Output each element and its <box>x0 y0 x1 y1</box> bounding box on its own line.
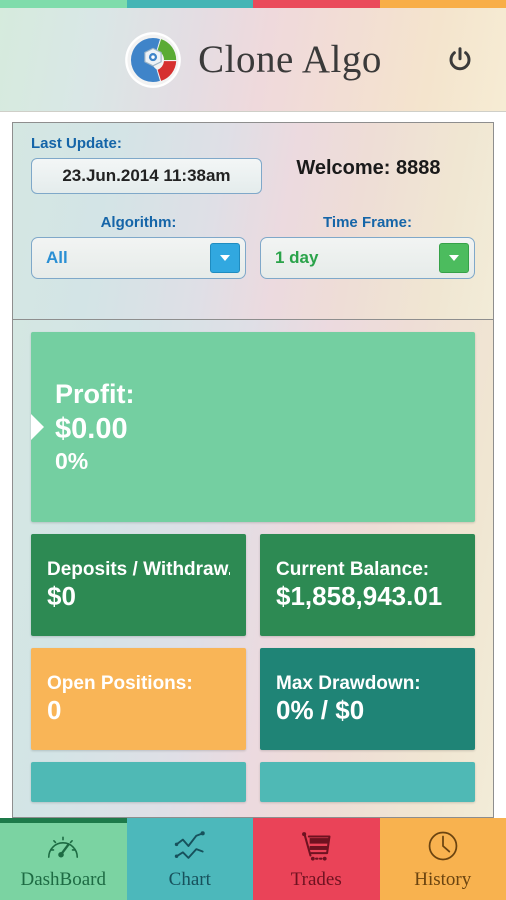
algorithm-select[interactable]: All <box>31 237 246 279</box>
gauge-icon <box>44 827 82 865</box>
card-clipped-left[interactable] <box>31 762 246 802</box>
strip-segment-orange <box>379 0 506 8</box>
brand: Clone Algo <box>124 31 382 89</box>
app-title: Clone Algo <box>198 38 382 81</box>
strip-segment-teal <box>126 0 253 8</box>
welcome-group: Welcome: 8888 <box>262 135 475 194</box>
nav-label-history: History <box>414 869 472 890</box>
card-balance-title: Current Balance: <box>276 558 430 580</box>
stats-card-list[interactable]: Profit: $0.00 0% Deposits / Withdraw... … <box>12 320 494 818</box>
chevron-down-icon[interactable] <box>210 243 240 273</box>
strip-segment-green <box>0 0 127 8</box>
card-balance-value: $1,858,943.01 <box>276 581 443 612</box>
last-update-group: Last Update: 23.Jun.2014 11:38am <box>31 135 262 194</box>
welcome-text: Welcome: 8888 <box>296 157 441 179</box>
card-row-3-clipped <box>31 762 475 802</box>
card-deposits-value: $0 <box>47 581 76 612</box>
card-row-2: Open Positions: 0 Max Drawdown: 0% / $0 <box>31 648 475 750</box>
card-open-positions-value: 0 <box>47 695 62 726</box>
clone-algo-logo-icon <box>124 31 182 89</box>
info-panel: Last Update: 23.Jun.2014 11:38am Welcome… <box>12 122 494 320</box>
nav-item-trades[interactable]: Trades <box>253 818 380 900</box>
nav-item-dashboard[interactable]: DashBoard <box>0 818 127 900</box>
last-update-value: 23.Jun.2014 11:38am <box>31 158 262 194</box>
card-row-1: Deposits / Withdraw... $0 Current Balanc… <box>31 534 475 636</box>
last-update-label: Last Update: <box>31 135 122 152</box>
algorithm-label: Algorithm: <box>100 214 177 231</box>
card-deposits-withdrawals[interactable]: Deposits / Withdraw... $0 <box>31 534 246 636</box>
card-max-drawdown-title: Max Drawdown: <box>276 672 421 694</box>
nav-label-chart: Chart <box>168 869 211 890</box>
app-root: Clone Algo Last Update: 23.Jun.2014 11:3… <box>0 0 506 900</box>
chevron-down-icon[interactable] <box>439 243 469 273</box>
shopping-cart-icon <box>297 827 335 865</box>
card-max-drawdown[interactable]: Max Drawdown: 0% / $0 <box>260 648 475 750</box>
time-frame-label: Time Frame: <box>323 214 412 231</box>
profit-marker-icon <box>31 414 44 440</box>
nav-item-chart[interactable]: Chart <box>126 818 253 900</box>
power-icon[interactable] <box>440 40 480 80</box>
nav-item-history[interactable]: History <box>379 818 506 900</box>
nav-label-dashboard: DashBoard <box>20 869 106 890</box>
time-frame-value: 1 day <box>275 248 319 267</box>
card-open-positions-title: Open Positions: <box>47 672 193 694</box>
app-header: Clone Algo <box>0 8 506 112</box>
algorithm-group: Algorithm: All <box>31 214 246 279</box>
clock-icon <box>424 827 462 865</box>
strip-segment-red <box>253 0 380 8</box>
card-max-drawdown-value: 0% / $0 <box>276 695 365 726</box>
nav-label-trades: Trades <box>290 869 342 890</box>
card-deposits-title: Deposits / Withdraw... <box>47 558 230 580</box>
filters-row: Algorithm: All Time Frame: 1 day <box>31 214 475 279</box>
card-profit-percent: 0% <box>55 447 89 474</box>
card-current-balance[interactable]: Current Balance: $1,858,943.01 <box>260 534 475 636</box>
line-chart-icon <box>171 827 209 865</box>
algorithm-value: All <box>46 248 68 267</box>
card-profit-title: Profit: <box>55 379 135 410</box>
time-frame-select[interactable]: 1 day <box>260 237 475 279</box>
card-profit[interactable]: Profit: $0.00 0% <box>31 332 475 522</box>
card-open-positions[interactable]: Open Positions: 0 <box>31 648 246 750</box>
bottom-navigation: DashBoard Chart Trades History <box>0 818 506 900</box>
info-top-row: Last Update: 23.Jun.2014 11:38am Welcome… <box>31 135 475 194</box>
card-clipped-right[interactable] <box>260 762 475 802</box>
card-profit-value: $0.00 <box>55 413 128 446</box>
time-frame-group: Time Frame: 1 day <box>260 214 475 279</box>
top-color-strip <box>0 0 506 8</box>
